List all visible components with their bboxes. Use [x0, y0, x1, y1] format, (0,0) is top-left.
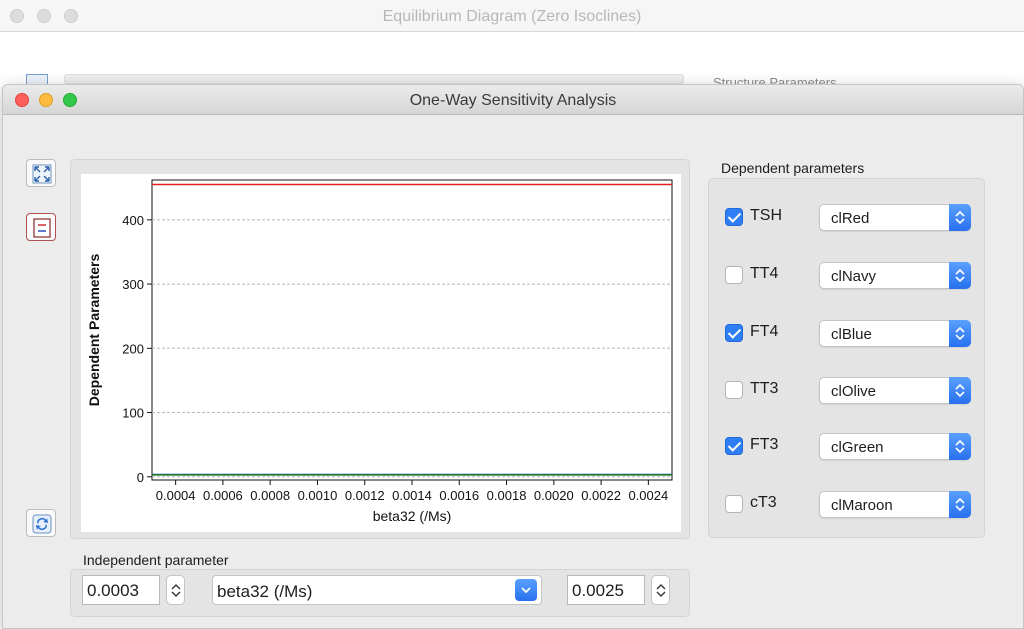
x-tick-label: 0.0010: [298, 488, 338, 503]
tsh-checkbox[interactable]: [725, 208, 743, 226]
dependent-row-ct3: cT3 clMaroon: [709, 488, 984, 520]
x-tick-label: 0.0018: [487, 488, 527, 503]
min-value-stepper[interactable]: [166, 575, 185, 605]
chevron-updown-icon: [949, 204, 971, 231]
y-tick-label: 200: [122, 341, 144, 356]
stepper-icon: [171, 584, 181, 597]
chart-svg: 0 100 200 300 400 0.0004 0.0006 0.0008 0.0010 0.0…: [86, 179, 673, 524]
tt3-label[interactable]: TT3: [750, 380, 778, 398]
y-tick-label: 300: [122, 277, 144, 292]
fullscreen-icon: [32, 164, 52, 184]
legend-icon: [33, 218, 51, 238]
background-toolbar-icon: [26, 74, 48, 84]
y-tick-label: 0: [137, 470, 144, 485]
x-tick-label: 0.0014: [392, 488, 432, 503]
refresh-button[interactable]: [26, 509, 56, 537]
dependent-row-ft4: FT4 clBlue: [709, 317, 984, 349]
parameter-combo-value: beta32 (/Ms): [217, 582, 313, 601]
tsh-color-select[interactable]: clRed: [819, 204, 971, 231]
tsh-color-value: clRed: [831, 210, 870, 227]
chevron-down-icon: [515, 579, 537, 601]
x-tick-label: 0.0016: [439, 488, 479, 503]
fullscreen-button[interactable]: [26, 159, 56, 187]
ft3-color-value: clGreen: [831, 439, 884, 456]
chevron-updown-icon: [949, 433, 971, 460]
plot-area: [151, 179, 673, 481]
ft3-label[interactable]: FT3: [750, 436, 778, 454]
chevron-updown-icon: [949, 320, 971, 347]
chevron-updown-icon: [949, 491, 971, 518]
independent-parameter-label: Independent parameter: [83, 552, 229, 568]
x-tick-label: 0.0024: [628, 488, 668, 503]
ft3-color-select[interactable]: clGreen: [819, 433, 971, 460]
x-tick-label: 0.0012: [345, 488, 385, 503]
refresh-icon: [32, 514, 52, 534]
background-window-title: Equilibrium Diagram (Zero Isoclines): [382, 8, 642, 25]
min-value-field[interactable]: 0.0003: [82, 575, 160, 605]
tt4-color-value: clNavy: [831, 268, 877, 285]
dependent-row-tt4: TT4 clNavy: [709, 259, 984, 291]
x-tick-label: 0.0008: [250, 488, 290, 503]
ft4-label[interactable]: FT4: [750, 323, 778, 341]
window-titlebar[interactable]: One-Way Sensitivity Analysis: [3, 85, 1023, 115]
ft4-color-select[interactable]: clBlue: [819, 320, 971, 347]
tsh-label[interactable]: TSH: [750, 207, 782, 225]
ct3-color-value: clMaroon: [831, 497, 893, 514]
ft4-checkbox[interactable]: [725, 324, 743, 342]
tt3-checkbox[interactable]: [725, 381, 743, 399]
sensitivity-window: One-Way Sensitivity Analysis 0 100 200 3…: [2, 84, 1024, 629]
tt4-checkbox[interactable]: [725, 266, 743, 284]
x-tick-label: 0.0020: [534, 488, 574, 503]
background-titlebar: Equilibrium Diagram (Zero Isoclines): [0, 0, 1024, 32]
background-partial-label: Structure Parameters: [713, 75, 837, 84]
y-axis-label: Dependent Parameters: [86, 254, 102, 407]
tt4-label[interactable]: TT4: [750, 265, 778, 283]
max-value-stepper[interactable]: [651, 575, 670, 605]
chart-area: 0 100 200 300 400 0.0004 0.0006 0.0008 0.0010 0.0…: [81, 174, 681, 532]
tt3-color-value: clOlive: [831, 383, 877, 400]
background-panel: [64, 74, 684, 84]
dependent-parameters-label: Dependent parameters: [721, 160, 865, 176]
ct3-label[interactable]: cT3: [750, 494, 777, 512]
dependent-row-tt3: TT3 clOlive: [709, 374, 984, 406]
ct3-color-select[interactable]: clMaroon: [819, 491, 971, 518]
y-tick-label: 100: [122, 406, 144, 421]
ct3-checkbox[interactable]: [725, 495, 743, 513]
stepper-icon: [656, 584, 666, 597]
parameter-combo[interactable]: beta32 (/Ms): [212, 575, 542, 605]
x-axis-label: beta32 (/Ms): [373, 508, 452, 524]
ft3-checkbox[interactable]: [725, 437, 743, 455]
x-tick-label: 0.0006: [203, 488, 243, 503]
independent-parameter-panel: 0.0003 beta32 (/Ms) 0.0025: [70, 569, 690, 617]
y-tick-label: 400: [122, 213, 144, 228]
chevron-updown-icon: [949, 377, 971, 404]
x-tick-label: 0.0022: [581, 488, 621, 503]
chart-panel: 0 100 200 300 400 0.0004 0.0006 0.0008 0.0010 0.0…: [70, 159, 690, 539]
tt3-color-select[interactable]: clOlive: [819, 377, 971, 404]
chevron-updown-icon: [949, 262, 971, 289]
max-value-field[interactable]: 0.0025: [567, 575, 645, 605]
window-title: One-Way Sensitivity Analysis: [409, 92, 617, 109]
x-tick-label: 0.0004: [156, 488, 196, 503]
dependent-row-tsh: TSH clRed: [709, 201, 984, 233]
ft4-color-value: clBlue: [831, 326, 872, 343]
dependent-parameters-panel: TSH clRed TT4 clNavy FT4 clBlue TT3 clOl…: [708, 178, 985, 538]
dependent-row-ft3: FT3 clGreen: [709, 430, 984, 462]
tt4-color-select[interactable]: clNavy: [819, 262, 971, 289]
legend-button[interactable]: [26, 213, 56, 241]
